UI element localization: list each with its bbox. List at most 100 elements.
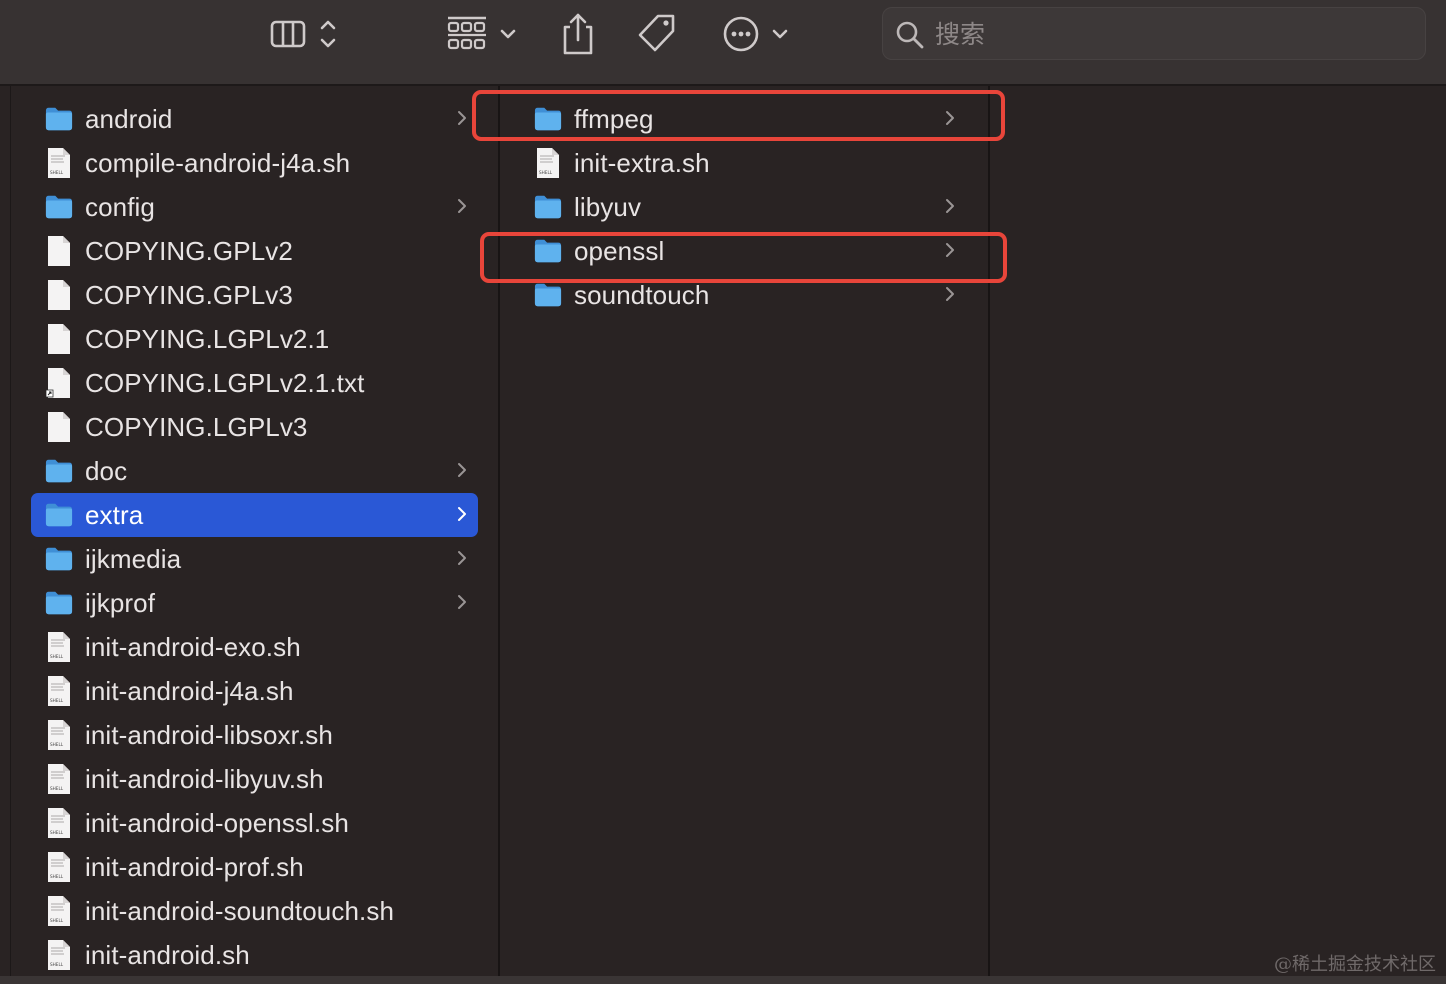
item-label: init-extra.sh	[574, 147, 710, 178]
item-label: COPYING.GPLv3	[85, 279, 293, 310]
shell-script-icon: SHELL	[45, 632, 73, 662]
svg-text:SHELL: SHELL	[50, 830, 64, 835]
folder-row-android[interactable]: android	[31, 97, 478, 141]
file-row-init-android-libsoxr-sh[interactable]: SHELL init-android-libsoxr.sh	[31, 713, 478, 757]
file-row-copying-gplv2[interactable]: COPYING.GPLv2	[31, 229, 478, 273]
folder-icon	[45, 456, 73, 486]
search-icon	[896, 21, 924, 49]
column-root[interactable]: android SHELL compile-android-j4a.sh config…	[10, 86, 500, 976]
chevron-right-icon	[456, 504, 468, 529]
alias-document-icon	[45, 368, 73, 398]
folder-row-ijkmedia[interactable]: ijkmedia	[31, 537, 478, 581]
svg-text:SHELL: SHELL	[50, 742, 64, 747]
view-switcher-button[interactable]	[268, 10, 348, 58]
grid-group-icon	[447, 16, 516, 50]
shell-script-icon: SHELL	[534, 148, 562, 178]
folder-icon	[45, 192, 73, 222]
file-row-init-extra-sh[interactable]: SHELL init-extra.sh	[520, 141, 966, 185]
item-label: ijkprof	[85, 587, 156, 618]
item-label: init-android-prof.sh	[85, 851, 304, 882]
file-row-copying-lgplv3[interactable]: COPYING.LGPLv3	[31, 405, 478, 449]
folder-row-doc[interactable]: doc	[31, 449, 478, 493]
chevron-right-icon	[456, 592, 468, 617]
watermark: @稀土掘金技术社区	[1274, 954, 1436, 975]
item-label: compile-android-j4a.sh	[85, 147, 351, 178]
document-icon	[45, 280, 73, 310]
folder-row-openssl[interactable]: openssl	[520, 229, 966, 273]
file-row-init-android-exo-sh[interactable]: SHELL init-android-exo.sh	[31, 625, 478, 669]
svg-text:SHELL: SHELL	[50, 654, 64, 659]
item-label: init-android-exo.sh	[85, 631, 301, 662]
item-label: init-android.sh	[85, 939, 250, 970]
shell-script-icon: SHELL	[45, 940, 73, 970]
column-view-icon	[270, 20, 336, 48]
group-view-button[interactable]	[444, 10, 524, 58]
folder-row-ffmpeg[interactable]: ffmpeg	[520, 97, 966, 141]
svg-text:SHELL: SHELL	[50, 698, 64, 703]
file-row-copying-lgplv2-1[interactable]: COPYING.LGPLv2.1	[31, 317, 478, 361]
share-icon	[563, 13, 593, 55]
tag-icon	[638, 14, 675, 52]
chevron-right-icon	[456, 196, 468, 221]
svg-text:SHELL: SHELL	[50, 962, 64, 967]
chevron-right-icon	[456, 548, 468, 573]
folder-row-soundtouch[interactable]: soundtouch	[520, 273, 966, 317]
file-row-init-android-sh[interactable]: SHELL init-android.sh	[31, 933, 478, 976]
item-label: openssl	[574, 235, 665, 266]
shell-script-icon: SHELL	[45, 720, 73, 750]
file-row-init-android-openssl-sh[interactable]: SHELL init-android-openssl.sh	[31, 801, 478, 845]
folder-icon	[45, 104, 73, 134]
share-button[interactable]	[556, 10, 600, 58]
chevron-right-icon	[944, 284, 956, 309]
document-icon	[45, 236, 73, 266]
document-icon	[45, 412, 73, 442]
column-extra[interactable]: ffmpeg SHELL init-extra.sh libyuv openssl sou…	[500, 86, 990, 976]
shell-script-icon: SHELL	[45, 764, 73, 794]
shell-script-icon: SHELL	[45, 896, 73, 926]
file-row-init-android-prof-sh[interactable]: SHELL init-android-prof.sh	[31, 845, 478, 889]
window-bottom-edge	[0, 976, 1446, 984]
search-input[interactable]	[935, 16, 1405, 52]
svg-text:SHELL: SHELL	[539, 170, 553, 175]
item-label: init-android-j4a.sh	[85, 675, 294, 706]
chevron-right-icon	[944, 196, 956, 221]
shell-script-icon: SHELL	[45, 808, 73, 838]
file-row-init-android-j4a-sh[interactable]: SHELL init-android-j4a.sh	[31, 669, 478, 713]
folder-icon	[45, 544, 73, 574]
chevron-right-icon	[456, 108, 468, 133]
shell-script-icon: SHELL	[45, 676, 73, 706]
folder-row-libyuv[interactable]: libyuv	[520, 185, 966, 229]
tags-button[interactable]	[634, 10, 680, 58]
item-label: COPYING.LGPLv3	[85, 411, 308, 442]
search-field[interactable]	[882, 7, 1426, 60]
file-row-compile-android-j4a-sh[interactable]: SHELL compile-android-j4a.sh	[31, 141, 478, 185]
chevron-right-icon	[456, 460, 468, 485]
item-label: android	[85, 103, 173, 134]
item-label: init-android-soundtouch.sh	[85, 895, 395, 926]
more-actions-button[interactable]	[720, 10, 796, 58]
folder-row-extra[interactable]: extra	[31, 493, 478, 537]
folder-row-config[interactable]: config	[31, 185, 478, 229]
file-row-init-android-libyuv-sh[interactable]: SHELL init-android-libyuv.sh	[31, 757, 478, 801]
item-label: extra	[85, 499, 144, 530]
file-row-init-android-soundtouch-sh[interactable]: SHELL init-android-soundtouch.sh	[31, 889, 478, 933]
item-label: init-android-libyuv.sh	[85, 763, 324, 794]
item-label: init-android-openssl.sh	[85, 807, 349, 838]
file-row-copying-gplv3[interactable]: COPYING.GPLv3	[31, 273, 478, 317]
folder-row-ijkprof[interactable]: ijkprof	[31, 581, 478, 625]
svg-text:SHELL: SHELL	[50, 918, 64, 923]
item-label: COPYING.LGPLv2.1.txt	[85, 367, 365, 398]
item-label: ijkmedia	[85, 543, 182, 574]
item-label: doc	[85, 455, 128, 486]
folder-icon	[45, 588, 73, 618]
folder-icon	[534, 280, 562, 310]
folder-icon	[534, 236, 562, 266]
shell-script-icon: SHELL	[45, 148, 73, 178]
ellipsis-circle-icon	[723, 16, 788, 52]
column-empty[interactable]	[990, 86, 1446, 976]
chevron-right-icon	[944, 108, 956, 133]
item-label: config	[85, 191, 155, 222]
file-row-copying-lgplv2-1-txt[interactable]: COPYING.LGPLv2.1.txt	[31, 361, 478, 405]
folder-icon	[45, 500, 73, 530]
item-label: COPYING.LGPLv2.1	[85, 323, 330, 354]
